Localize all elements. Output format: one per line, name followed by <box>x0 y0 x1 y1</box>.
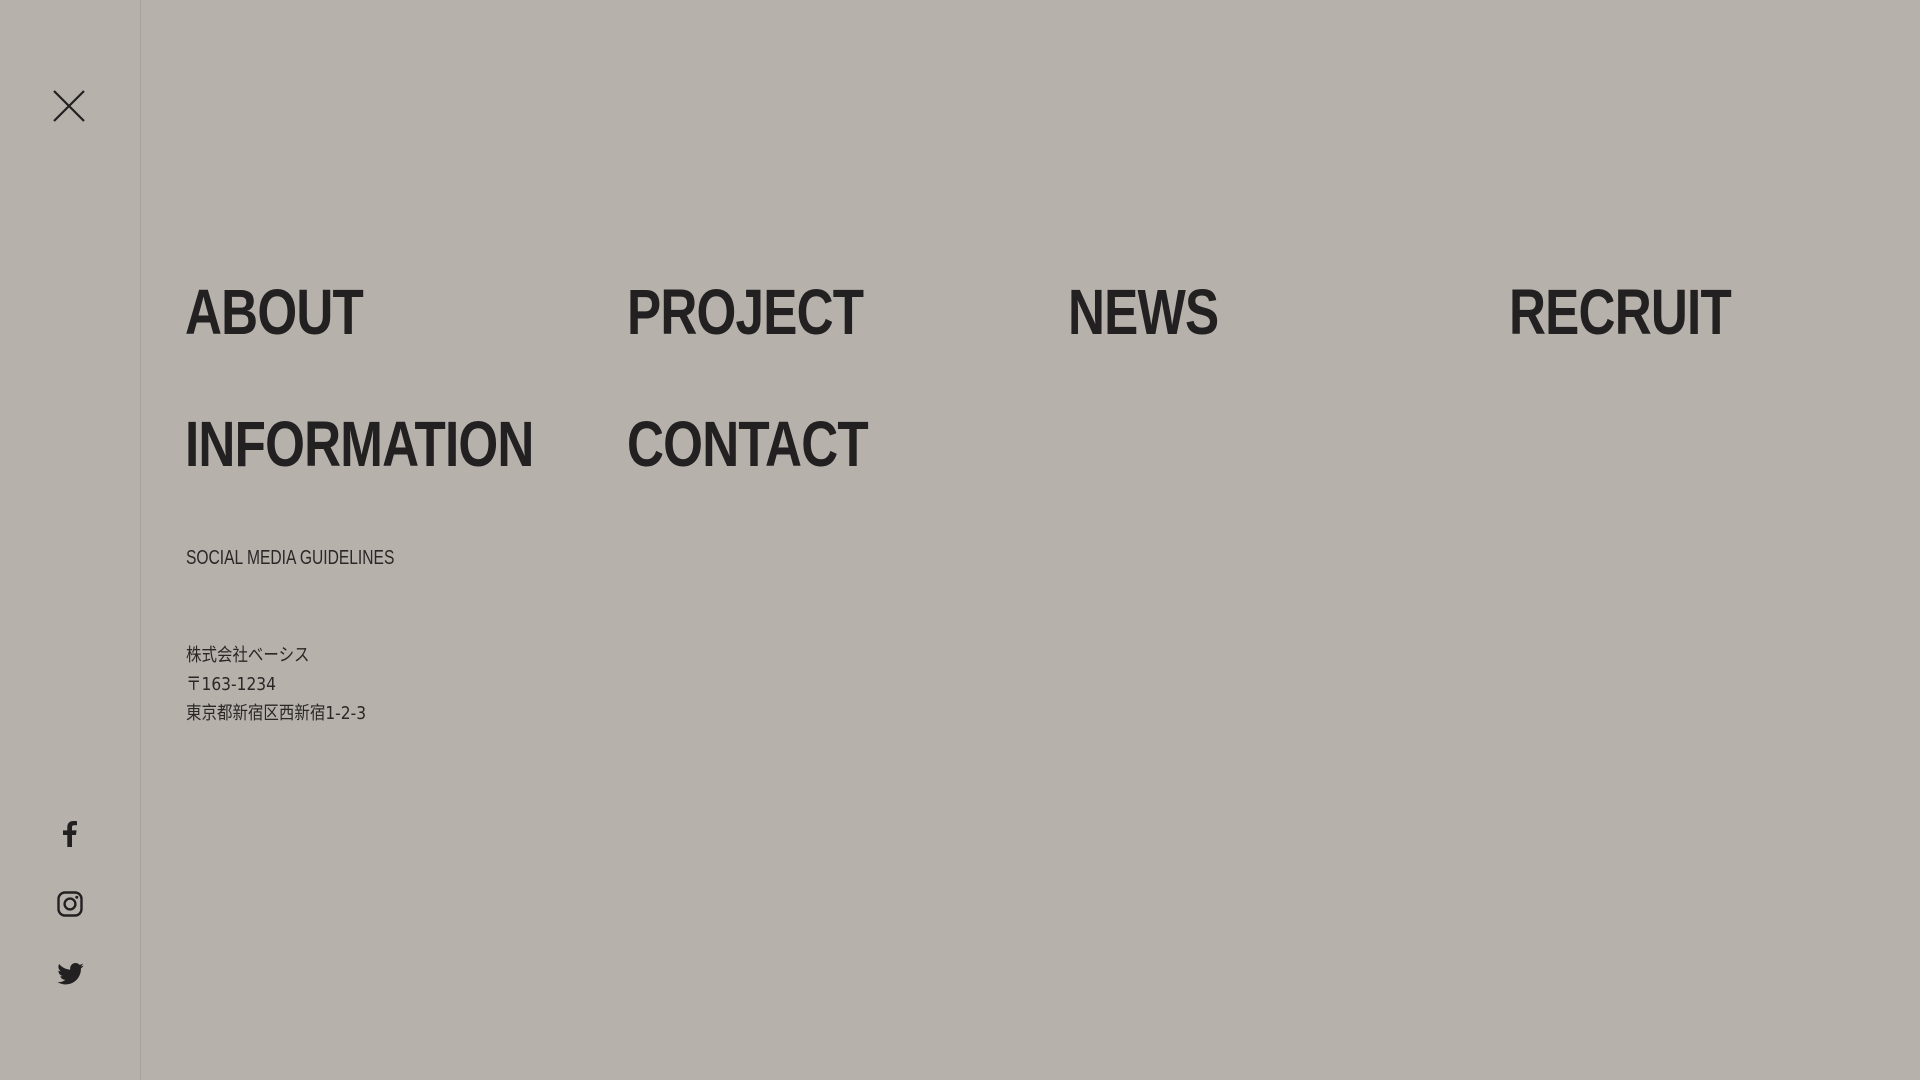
company-street-address: 東京都新宿区西新宿1-2-3 <box>186 703 367 724</box>
social-media-guidelines-link[interactable]: SOCIAL MEDIA GUIDELINES <box>186 546 394 570</box>
menu-item-news[interactable]: NEWS <box>1068 280 1219 344</box>
sidebar <box>0 0 141 1080</box>
company-address: 株式会社ベーシス 〒163-1234 東京都新宿区西新宿1-2-3 <box>186 641 366 728</box>
facebook-link[interactable] <box>50 814 90 854</box>
twitter-link[interactable] <box>50 954 90 994</box>
close-button[interactable] <box>51 88 87 124</box>
instagram-link[interactable] <box>50 884 90 924</box>
instagram-icon <box>57 891 83 917</box>
menu-item-information[interactable]: INFORMATION <box>185 412 534 476</box>
menu-item-recruit[interactable]: RECRUIT <box>1509 280 1732 344</box>
facebook-icon <box>63 821 77 847</box>
twitter-icon <box>56 963 84 985</box>
menu-item-about[interactable]: ABOUT <box>185 280 364 344</box>
menu-item-contact[interactable]: CONTACT <box>627 412 869 476</box>
close-icon <box>53 90 85 122</box>
menu-item-project[interactable]: PROJECT <box>627 280 864 344</box>
company-name: 株式会社ベーシス <box>186 645 310 666</box>
company-postal-code: 〒163-1234 <box>186 674 277 695</box>
